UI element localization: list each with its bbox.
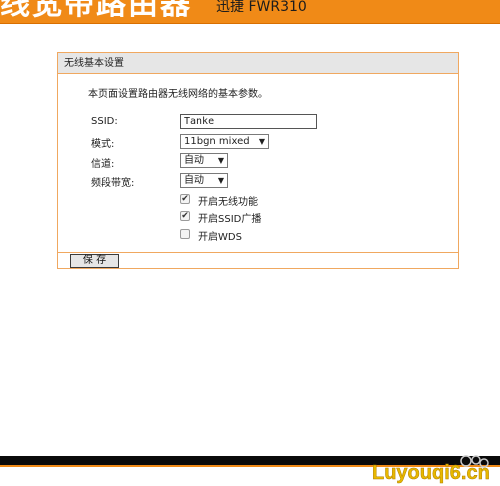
watermark-text: Luyouqi6.cn [372,462,490,484]
save-bar: 保 存 [58,252,458,268]
panel-description: 本页面设置路由器无线网络的基本参数。 [88,89,268,100]
wds-label: 开启WDS [198,232,242,243]
bandwidth-select-value: 自动 [184,175,204,186]
watermark-logo: Luyouqi6.cn [372,455,490,484]
mode-label: 模式: [91,139,115,150]
ssid-broadcast-checkbox[interactable]: ✔ [180,211,190,221]
ssid-label: SSID: [91,116,118,127]
router-model: 迅捷 FWR310 [216,0,307,15]
wds-checkbox[interactable]: ✔ [180,229,190,239]
router-title: 线宽带路由器 [0,0,192,22]
mode-select-value: 11bgn mixed [184,136,250,147]
channel-select-value: 自动 [184,155,204,166]
channel-select[interactable]: 自动 ▼ [180,153,228,168]
ssid-broadcast-label: 开启SSID广播 [198,214,262,225]
header-bar: 线宽带路由器 迅捷 FWR310 [0,0,500,24]
wireless-settings-panel: 无线基本设置 本页面设置路由器无线网络的基本参数。 SSID: 模式: 11bg… [57,52,459,269]
dropdown-arrow-icon: ▼ [217,156,224,165]
ssid-input[interactable] [180,114,317,129]
dropdown-arrow-icon: ▼ [217,176,224,185]
dropdown-arrow-icon: ▼ [258,137,265,146]
wireless-enable-checkbox[interactable]: ✔ [180,194,190,204]
mode-select[interactable]: 11bgn mixed ▼ [180,134,269,149]
bandwidth-select[interactable]: 自动 ▼ [180,173,228,188]
bandwidth-label: 频段带宽: [91,178,135,189]
channel-label: 信道: [91,159,115,170]
panel-title: 无线基本设置 [58,53,458,74]
save-button[interactable]: 保 存 [70,254,119,268]
wireless-enable-label: 开启无线功能 [198,197,258,208]
